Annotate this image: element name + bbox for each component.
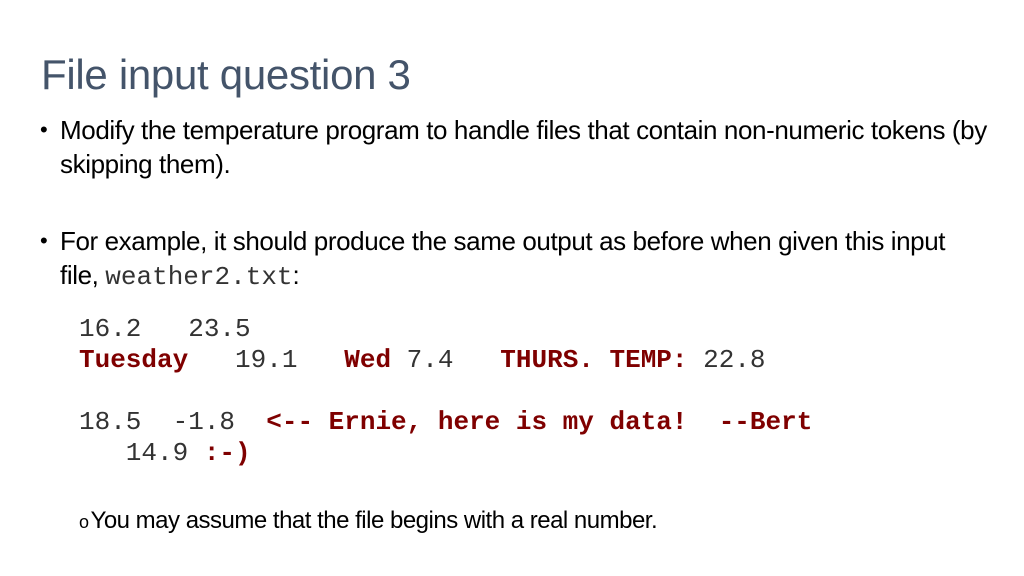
file-contents-code-block: 16.2 23.5 Tuesday 19.1 Wed 7.4 THURS. TEM… [79,314,812,469]
code-line: 14.9 :-) [79,438,812,469]
numeric-token: 18.5 -1.8 [79,407,267,437]
bullet-text: Modify the temperature program to handle… [60,115,987,179]
numeric-token: 14.9 [79,438,204,468]
numeric-token: 19.1 [188,345,345,375]
non-numeric-token: :-) [203,438,251,468]
sub-bullet-marker: o [79,512,89,532]
numeric-token: 7.4 [391,345,501,375]
non-numeric-token: Wed [344,345,392,375]
code-line [79,376,812,407]
numeric-token [79,376,95,406]
slide-title: File input question 3 [41,51,411,99]
sub-bullet-text: You may assume that the file begins with… [90,507,658,534]
bullet-example: • For example, it should produce the sam… [40,224,990,294]
non-numeric-token: THURS. TEMP: [500,345,688,375]
bullet-marker: • [40,228,48,253]
bullet-text: For example, it should produce the same … [60,224,990,294]
code-line: 16.2 23.5 [79,314,812,345]
non-numeric-token: Tuesday [79,345,189,375]
bullet-marker: • [40,117,48,142]
sub-bullet-assumption: oYou may assume that the file begins wit… [79,506,658,537]
code-line: Tuesday 19.1 Wed 7.4 THURS. TEMP: 22.8 [79,345,812,376]
numeric-token: 16.2 23.5 [79,314,251,344]
filename: weather2.txt [105,262,293,292]
numeric-token: 22.8 [687,345,766,375]
bullet-text-trail: : [292,260,300,290]
code-line: 18.5 -1.8 <-- Ernie, here is my data! --… [79,407,812,438]
bullet-modify-program: • Modify the temperature program to hand… [40,113,990,181]
non-numeric-token: <-- Ernie, here is my data! --Bert [266,407,813,437]
